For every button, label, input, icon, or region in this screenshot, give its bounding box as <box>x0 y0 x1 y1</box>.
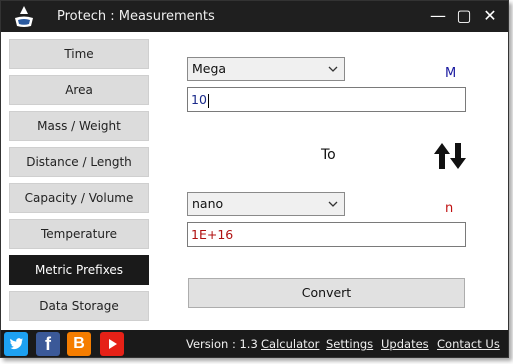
calculator-link[interactable]: Calculator <box>261 337 319 351</box>
sidebar-item-metric-prefixes[interactable]: Metric Prefixes <box>9 255 149 285</box>
to-unit-symbol: n <box>445 201 454 216</box>
from-value-text: 10 <box>191 92 207 107</box>
minimize-button[interactable]: — <box>426 5 450 27</box>
app-logo-icon <box>15 6 33 27</box>
footer-bar: f B Version : 1.3 Calculator Settings Up… <box>1 330 508 357</box>
to-value-output[interactable]: 1E+16 <box>187 222 466 247</box>
sidebar-item-temperature[interactable]: Temperature <box>9 219 149 249</box>
facebook-icon[interactable]: f <box>36 332 60 356</box>
chevron-down-icon <box>328 201 338 207</box>
maximize-button[interactable]: ▢ <box>452 5 476 27</box>
sidebar-item-mass-weight[interactable]: Mass / Weight <box>9 111 149 141</box>
settings-link[interactable]: Settings <box>326 337 373 351</box>
sidebar-item-area[interactable]: Area <box>9 75 149 105</box>
youtube-play-icon <box>109 339 117 349</box>
from-unit-value: Mega <box>192 61 227 76</box>
app-window: Protech : Measurements — ▢ ✕ Time Area M… <box>0 0 509 358</box>
sidebar-item-time[interactable]: Time <box>9 39 149 69</box>
contact-us-link[interactable]: Contact Us <box>437 337 500 351</box>
to-value-text: 1E+16 <box>191 227 234 242</box>
text-caret <box>207 93 209 108</box>
sidebar-item-data-storage[interactable]: Data Storage <box>9 291 149 321</box>
twitter-bird-icon <box>10 338 23 350</box>
convert-button[interactable]: Convert <box>188 278 465 308</box>
twitter-icon[interactable] <box>4 332 28 356</box>
to-label: To <box>321 147 336 163</box>
window-title: Protech : Measurements <box>57 9 215 24</box>
version-label: Version : 1.3 <box>186 337 258 351</box>
title-bar: Protech : Measurements — ▢ ✕ <box>1 1 508 32</box>
to-unit-select[interactable]: nano <box>187 192 345 216</box>
updates-link[interactable]: Updates <box>381 337 429 351</box>
from-unit-select[interactable]: Mega <box>187 57 345 81</box>
swap-arrows-icon[interactable] <box>433 141 467 171</box>
sidebar-item-distance-length[interactable]: Distance / Length <box>9 147 149 177</box>
from-value-input[interactable]: 10 <box>187 87 466 112</box>
chevron-down-icon <box>328 66 338 72</box>
youtube-icon[interactable] <box>100 332 124 356</box>
sidebar-item-capacity-volume[interactable]: Capacity / Volume <box>9 183 149 213</box>
to-unit-value: nano <box>192 196 224 211</box>
from-unit-symbol: M <box>445 66 457 81</box>
close-button[interactable]: ✕ <box>478 5 502 27</box>
blogger-icon[interactable]: B <box>67 332 91 356</box>
